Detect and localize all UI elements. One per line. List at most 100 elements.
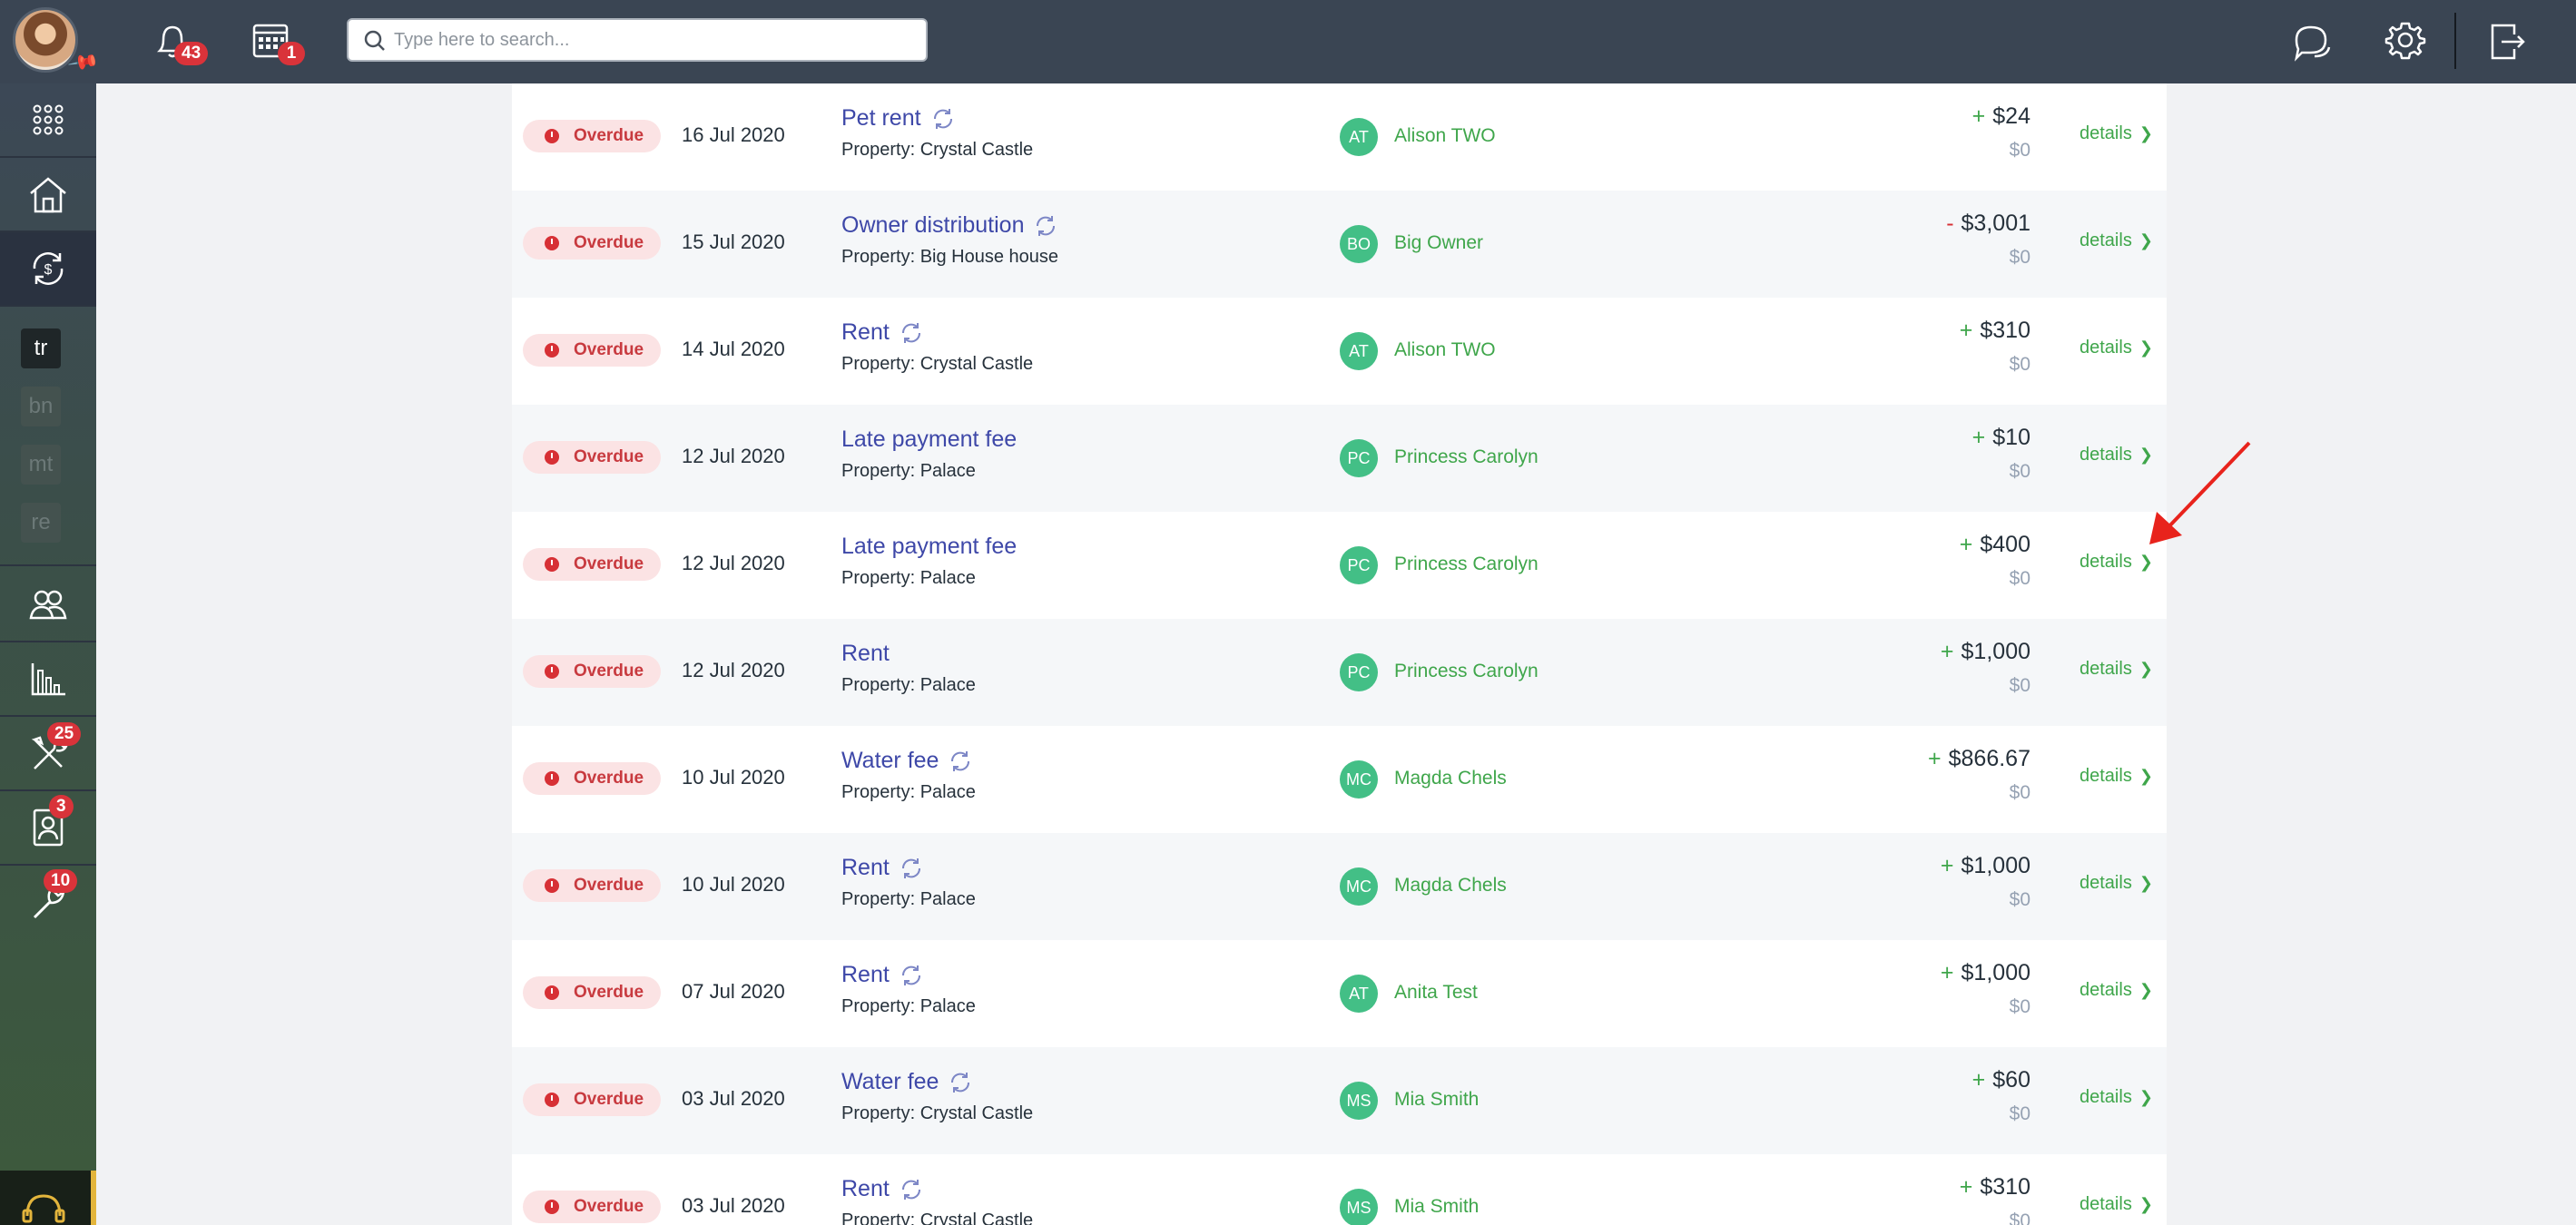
amount-value: + $10: [1972, 425, 2030, 451]
transaction-date: 12 Jul 2020: [682, 445, 785, 467]
transaction-title[interactable]: Rent: [841, 641, 890, 667]
contact-link[interactable]: Magda Chels: [1394, 875, 1507, 897]
transaction-title[interactable]: Water fee: [841, 1069, 973, 1095]
contact-link[interactable]: Mia Smith: [1394, 1196, 1479, 1218]
contact-link[interactable]: Mia Smith: [1394, 1089, 1479, 1111]
paid-value: $0: [2009, 140, 2030, 161]
notifications-button[interactable]: 43: [147, 16, 209, 67]
contact-link[interactable]: Magda Chels: [1394, 768, 1507, 789]
transaction-title-label: Late payment fee: [841, 426, 1018, 452]
notifications-badge: 43: [174, 42, 209, 65]
chat-button[interactable]: [2287, 16, 2338, 67]
details-link[interactable]: details ❯: [2079, 230, 2153, 251]
contact-link[interactable]: Princess Carolyn: [1394, 554, 1539, 575]
logout-button[interactable]: [2482, 16, 2532, 67]
sidebar-transactions[interactable]: $: [0, 232, 96, 305]
chevron-right-icon: ❯: [2138, 874, 2153, 892]
calendar-button[interactable]: 1: [247, 16, 305, 67]
paid-value: $0: [2009, 1210, 2030, 1225]
workspace-bn[interactable]: bn: [21, 387, 61, 426]
transaction-title[interactable]: Rent: [841, 855, 924, 881]
status-label: Overdue: [574, 126, 644, 145]
search-icon: [364, 30, 385, 51]
transaction-title[interactable]: Late payment fee: [841, 534, 1017, 560]
transaction-date: 03 Jul 2020: [682, 1087, 785, 1110]
contact-avatar: MC: [1340, 867, 1378, 906]
contact-link[interactable]: Princess Carolyn: [1394, 446, 1539, 468]
sidebar-properties[interactable]: [0, 158, 96, 230]
table-row: Overdue 03 Jul 2020 Rent Property: Cryst…: [512, 1154, 2167, 1225]
chevron-right-icon: ❯: [2138, 981, 2153, 999]
contact-avatar: AT: [1340, 975, 1378, 1013]
status-badge: Overdue: [523, 655, 661, 688]
details-link[interactable]: details ❯: [2079, 659, 2153, 680]
transaction-date: 10 Jul 2020: [682, 873, 785, 896]
transaction-date: 03 Jul 2020: [682, 1194, 785, 1217]
paid-value: $0: [2009, 1103, 2030, 1124]
sidebar-people[interactable]: [0, 568, 96, 641]
contact-link[interactable]: Princess Carolyn: [1394, 661, 1539, 682]
transaction-date: 12 Jul 2020: [682, 659, 785, 681]
status-label: Overdue: [574, 447, 644, 466]
workspace-mt[interactable]: mt: [21, 445, 61, 485]
transaction-title[interactable]: Owner distribution: [841, 212, 1058, 239]
clock-icon: [545, 129, 559, 143]
amount-value: + $60: [1972, 1067, 2030, 1093]
details-link[interactable]: details ❯: [2079, 980, 2153, 1001]
sidebar-contacts[interactable]: 3: [0, 791, 96, 864]
details-link[interactable]: details ❯: [2079, 1087, 2153, 1108]
amount-label: $1,000: [1961, 639, 2030, 664]
workspace-tr[interactable]: tr: [21, 328, 61, 368]
details-link[interactable]: details ❯: [2079, 873, 2153, 894]
transaction-title[interactable]: Pet rent: [841, 105, 956, 132]
status-badge: Overdue: [523, 762, 661, 795]
transaction-title-label: Rent: [841, 962, 890, 987]
recurring-icon: [901, 858, 920, 879]
details-link[interactable]: details ❯: [2079, 338, 2153, 358]
table-row: Overdue 12 Jul 2020 Late payment fee Pro…: [512, 512, 2167, 619]
contact-link[interactable]: Alison TWO: [1394, 125, 1496, 147]
sidebar-tools[interactable]: 10: [0, 866, 96, 938]
transaction-title[interactable]: Rent: [841, 1176, 924, 1202]
transaction-title-label: Rent: [841, 855, 890, 880]
details-link[interactable]: details ❯: [2079, 552, 2153, 573]
contact-avatar: PC: [1340, 439, 1378, 477]
settings-button[interactable]: [2382, 16, 2433, 67]
contact-link[interactable]: Alison TWO: [1394, 339, 1496, 361]
details-link[interactable]: details ❯: [2079, 766, 2153, 787]
details-label: details: [2079, 230, 2132, 250]
sidebar-maintenance[interactable]: 25: [0, 717, 96, 789]
clock-icon: [545, 1200, 559, 1214]
sidebar-reports[interactable]: [0, 642, 96, 715]
contact-link[interactable]: Anita Test: [1394, 982, 1478, 1004]
amount-value: + $310: [1960, 318, 2030, 344]
details-link[interactable]: details ❯: [2079, 123, 2153, 144]
people-icon: [29, 590, 67, 620]
contact-link[interactable]: Big Owner: [1394, 232, 1483, 254]
sidebar-apps[interactable]: [0, 83, 96, 156]
transaction-title[interactable]: Water fee: [841, 748, 973, 774]
paid-value: $0: [2009, 782, 2030, 803]
maintenance-badge: 25: [47, 722, 82, 746]
calendar-badge: 1: [278, 42, 305, 65]
clock-icon: [545, 985, 559, 1000]
paid-value: $0: [2009, 461, 2030, 482]
amount-label: $10: [1992, 425, 2030, 450]
transaction-title[interactable]: Rent: [841, 962, 924, 988]
details-link[interactable]: details ❯: [2079, 1194, 2153, 1215]
recurring-icon: [901, 965, 920, 986]
transaction-date: 07 Jul 2020: [682, 980, 785, 1003]
support-button[interactable]: [0, 1171, 96, 1225]
status-label: Overdue: [574, 983, 644, 1002]
tools-badge: 10: [44, 869, 78, 893]
workspace-re[interactable]: re: [21, 503, 61, 543]
chevron-right-icon: ❯: [2138, 338, 2153, 357]
contacts-badge: 3: [49, 795, 74, 818]
transaction-title[interactable]: Rent: [841, 319, 924, 346]
status-badge: Overdue: [523, 334, 661, 367]
search-bar[interactable]: [347, 18, 928, 62]
search-input[interactable]: [394, 25, 911, 54]
amount-value: + $1,000: [1941, 639, 2030, 665]
amount-label: $60: [1992, 1067, 2030, 1093]
transaction-title[interactable]: Late payment fee: [841, 426, 1017, 453]
